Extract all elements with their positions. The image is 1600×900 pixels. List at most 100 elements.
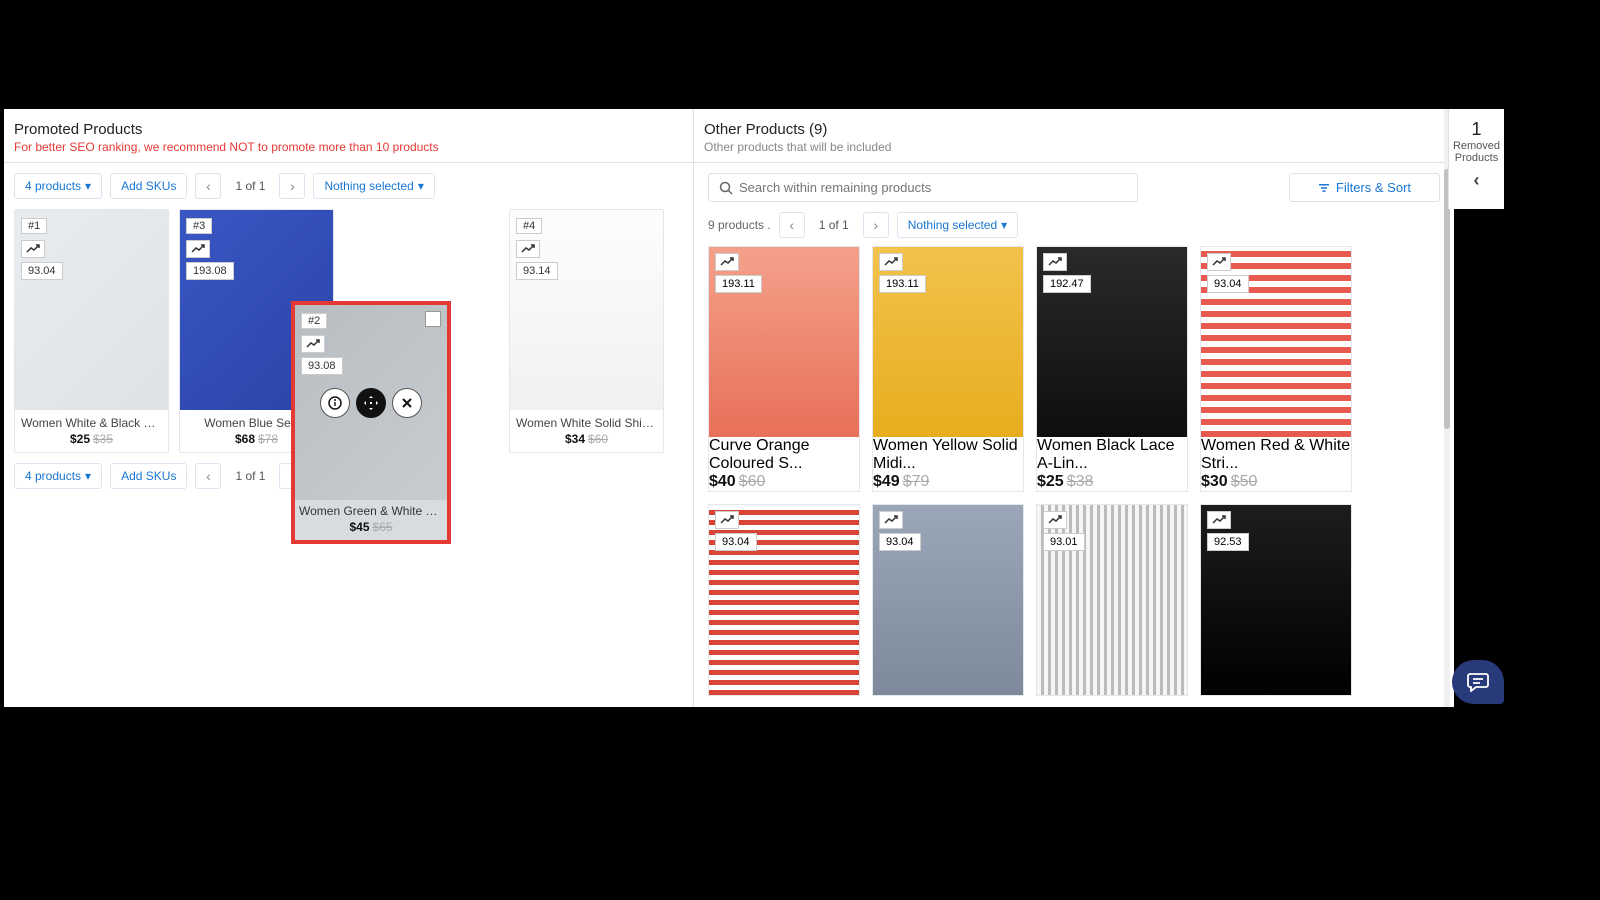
product-image: 93.01 [1037, 505, 1187, 695]
other-card[interactable]: 93.04 Women Red & White Stri... $30$50 [1200, 246, 1352, 492]
product-name: Women White & Black Stri... [15, 410, 168, 432]
search-input-wrap[interactable] [708, 173, 1138, 202]
rank-badge: #1 [21, 218, 47, 234]
chevron-down-icon: ▾ [85, 469, 91, 483]
selection-dropdown[interactable]: Nothing selected ▾ [313, 173, 434, 199]
product-image: #2 93.08 [295, 305, 447, 500]
score-badge: 93.14 [516, 262, 558, 280]
product-price: $25$35 [15, 432, 168, 452]
product-name: Women Yellow Solid Midi... [873, 437, 1023, 473]
rank-badge: #2 [301, 313, 327, 329]
other-grid: 193.11 Curve Orange Coloured S... $40$60… [694, 246, 1454, 696]
dragging-card[interactable]: #2 93.08 Women Green & White Str... [291, 301, 451, 544]
move-icon[interactable] [356, 388, 386, 418]
other-card[interactable]: 93.04 [872, 504, 1024, 696]
prev-page-button[interactable]: ‹ [195, 173, 221, 199]
product-image: 193.11 [709, 247, 859, 437]
rank-badge: #4 [516, 218, 542, 234]
product-price: $34$60 [510, 432, 663, 452]
selection-dropdown[interactable]: Nothing selected ▾ [897, 212, 1018, 238]
score-badge: 93.04 [1207, 275, 1249, 293]
search-input[interactable] [739, 180, 1127, 195]
other-search-row: Filters & Sort [694, 163, 1454, 208]
promoted-card[interactable]: #4 93.14 Women White Solid Shift ... $34… [509, 209, 664, 453]
other-panel: Other Products (9) Other products that w… [694, 109, 1454, 707]
other-card[interactable]: 193.11 Curve Orange Coloured S... $40$60 [708, 246, 860, 492]
select-checkbox[interactable] [425, 311, 441, 327]
promoted-header: Promoted Products For better SEO ranking… [4, 109, 693, 163]
other-card[interactable]: 193.11 Women Yellow Solid Midi... $49$79 [872, 246, 1024, 492]
removed-count: 1 [1449, 119, 1504, 140]
products-dropdown[interactable]: 4 products ▾ [14, 173, 102, 199]
prev-page-button[interactable]: ‹ [195, 463, 221, 489]
page-indicator: 1 of 1 [813, 218, 855, 232]
products-dropdown[interactable]: 4 products ▾ [14, 463, 102, 489]
product-image: 93.04 [709, 505, 859, 695]
chevron-left-icon[interactable]: ‹ [1449, 170, 1504, 191]
removed-panel: 1 Removed Products ‹ [1448, 109, 1504, 209]
filter-icon [1318, 182, 1330, 194]
trend-icon [21, 240, 45, 258]
prev-page-button[interactable]: ‹ [779, 212, 805, 238]
page-indicator: 1 of 1 [229, 179, 271, 193]
rank-badge: #3 [186, 218, 212, 234]
product-image: 93.04 [1201, 247, 1351, 437]
trend-icon [1207, 511, 1231, 529]
add-skus-button[interactable]: Add SKUs [110, 173, 187, 199]
score-badge: 93.01 [1043, 533, 1085, 551]
trend-icon [1043, 253, 1067, 271]
next-page-button[interactable]: › [279, 173, 305, 199]
other-toolbar: 9 products . ‹ 1 of 1 › Nothing selected… [694, 208, 1454, 246]
product-image: 192.47 [1037, 247, 1187, 437]
product-image: 92.53 [1201, 505, 1351, 695]
trend-icon [879, 511, 903, 529]
add-skus-button[interactable]: Add SKUs [110, 463, 187, 489]
removed-label: Products [1449, 152, 1504, 164]
score-badge: 93.04 [715, 533, 757, 551]
page-indicator: 1 of 1 [229, 469, 271, 483]
product-image: #1 93.04 [15, 210, 168, 410]
other-subtitle: Other products that will be included [704, 140, 1444, 154]
other-card[interactable]: 92.53 [1200, 504, 1352, 696]
product-name: Women Green & White Str... [295, 500, 447, 520]
product-count: 9 products . [708, 218, 771, 232]
score-badge: 193.11 [715, 275, 762, 293]
product-image: #4 93.14 [510, 210, 663, 410]
promoted-title: Promoted Products [14, 121, 683, 138]
removed-label: Removed [1449, 140, 1504, 152]
other-header: Other Products (9) Other products that w… [694, 109, 1454, 163]
product-name: Curve Orange Coloured S... [709, 437, 859, 473]
product-name: Women Red & White Stri... [1201, 437, 1351, 473]
close-icon[interactable] [392, 388, 422, 418]
app-stage: Promoted Products For better SEO ranking… [4, 109, 1454, 707]
trend-icon [715, 253, 739, 271]
trend-icon [301, 335, 325, 353]
info-icon[interactable] [320, 388, 350, 418]
other-card[interactable]: 93.04 [708, 504, 860, 696]
other-card[interactable]: 93.01 [1036, 504, 1188, 696]
trend-icon [715, 511, 739, 529]
score-badge: 92.53 [1207, 533, 1249, 551]
score-badge: 193.08 [186, 262, 234, 280]
other-card[interactable]: 192.47 Women Black Lace A-Lin... $25$38 [1036, 246, 1188, 492]
next-page-button[interactable]: › [863, 212, 889, 238]
product-image: 93.04 [873, 505, 1023, 695]
filters-sort-button[interactable]: Filters & Sort [1289, 173, 1440, 202]
product-name: Women White Solid Shift ... [510, 410, 663, 432]
other-title: Other Products (9) [704, 121, 1444, 138]
promoted-panel: Promoted Products For better SEO ranking… [4, 109, 694, 707]
score-badge: 93.04 [21, 262, 63, 280]
product-image: 193.11 [873, 247, 1023, 437]
score-badge: 193.11 [879, 275, 926, 293]
trend-icon [1207, 253, 1231, 271]
chat-button[interactable] [1452, 660, 1504, 704]
product-price: $49$79 [873, 473, 1023, 491]
chat-icon [1467, 672, 1489, 692]
score-badge: 192.47 [1043, 275, 1091, 293]
score-badge: 93.08 [301, 357, 343, 375]
trend-icon [516, 240, 540, 258]
drag-controls [320, 388, 422, 418]
chevron-down-icon: ▾ [1001, 218, 1007, 232]
product-price: $30$50 [1201, 473, 1351, 491]
promoted-card[interactable]: #1 93.04 Women White & Black Stri... $25… [14, 209, 169, 453]
